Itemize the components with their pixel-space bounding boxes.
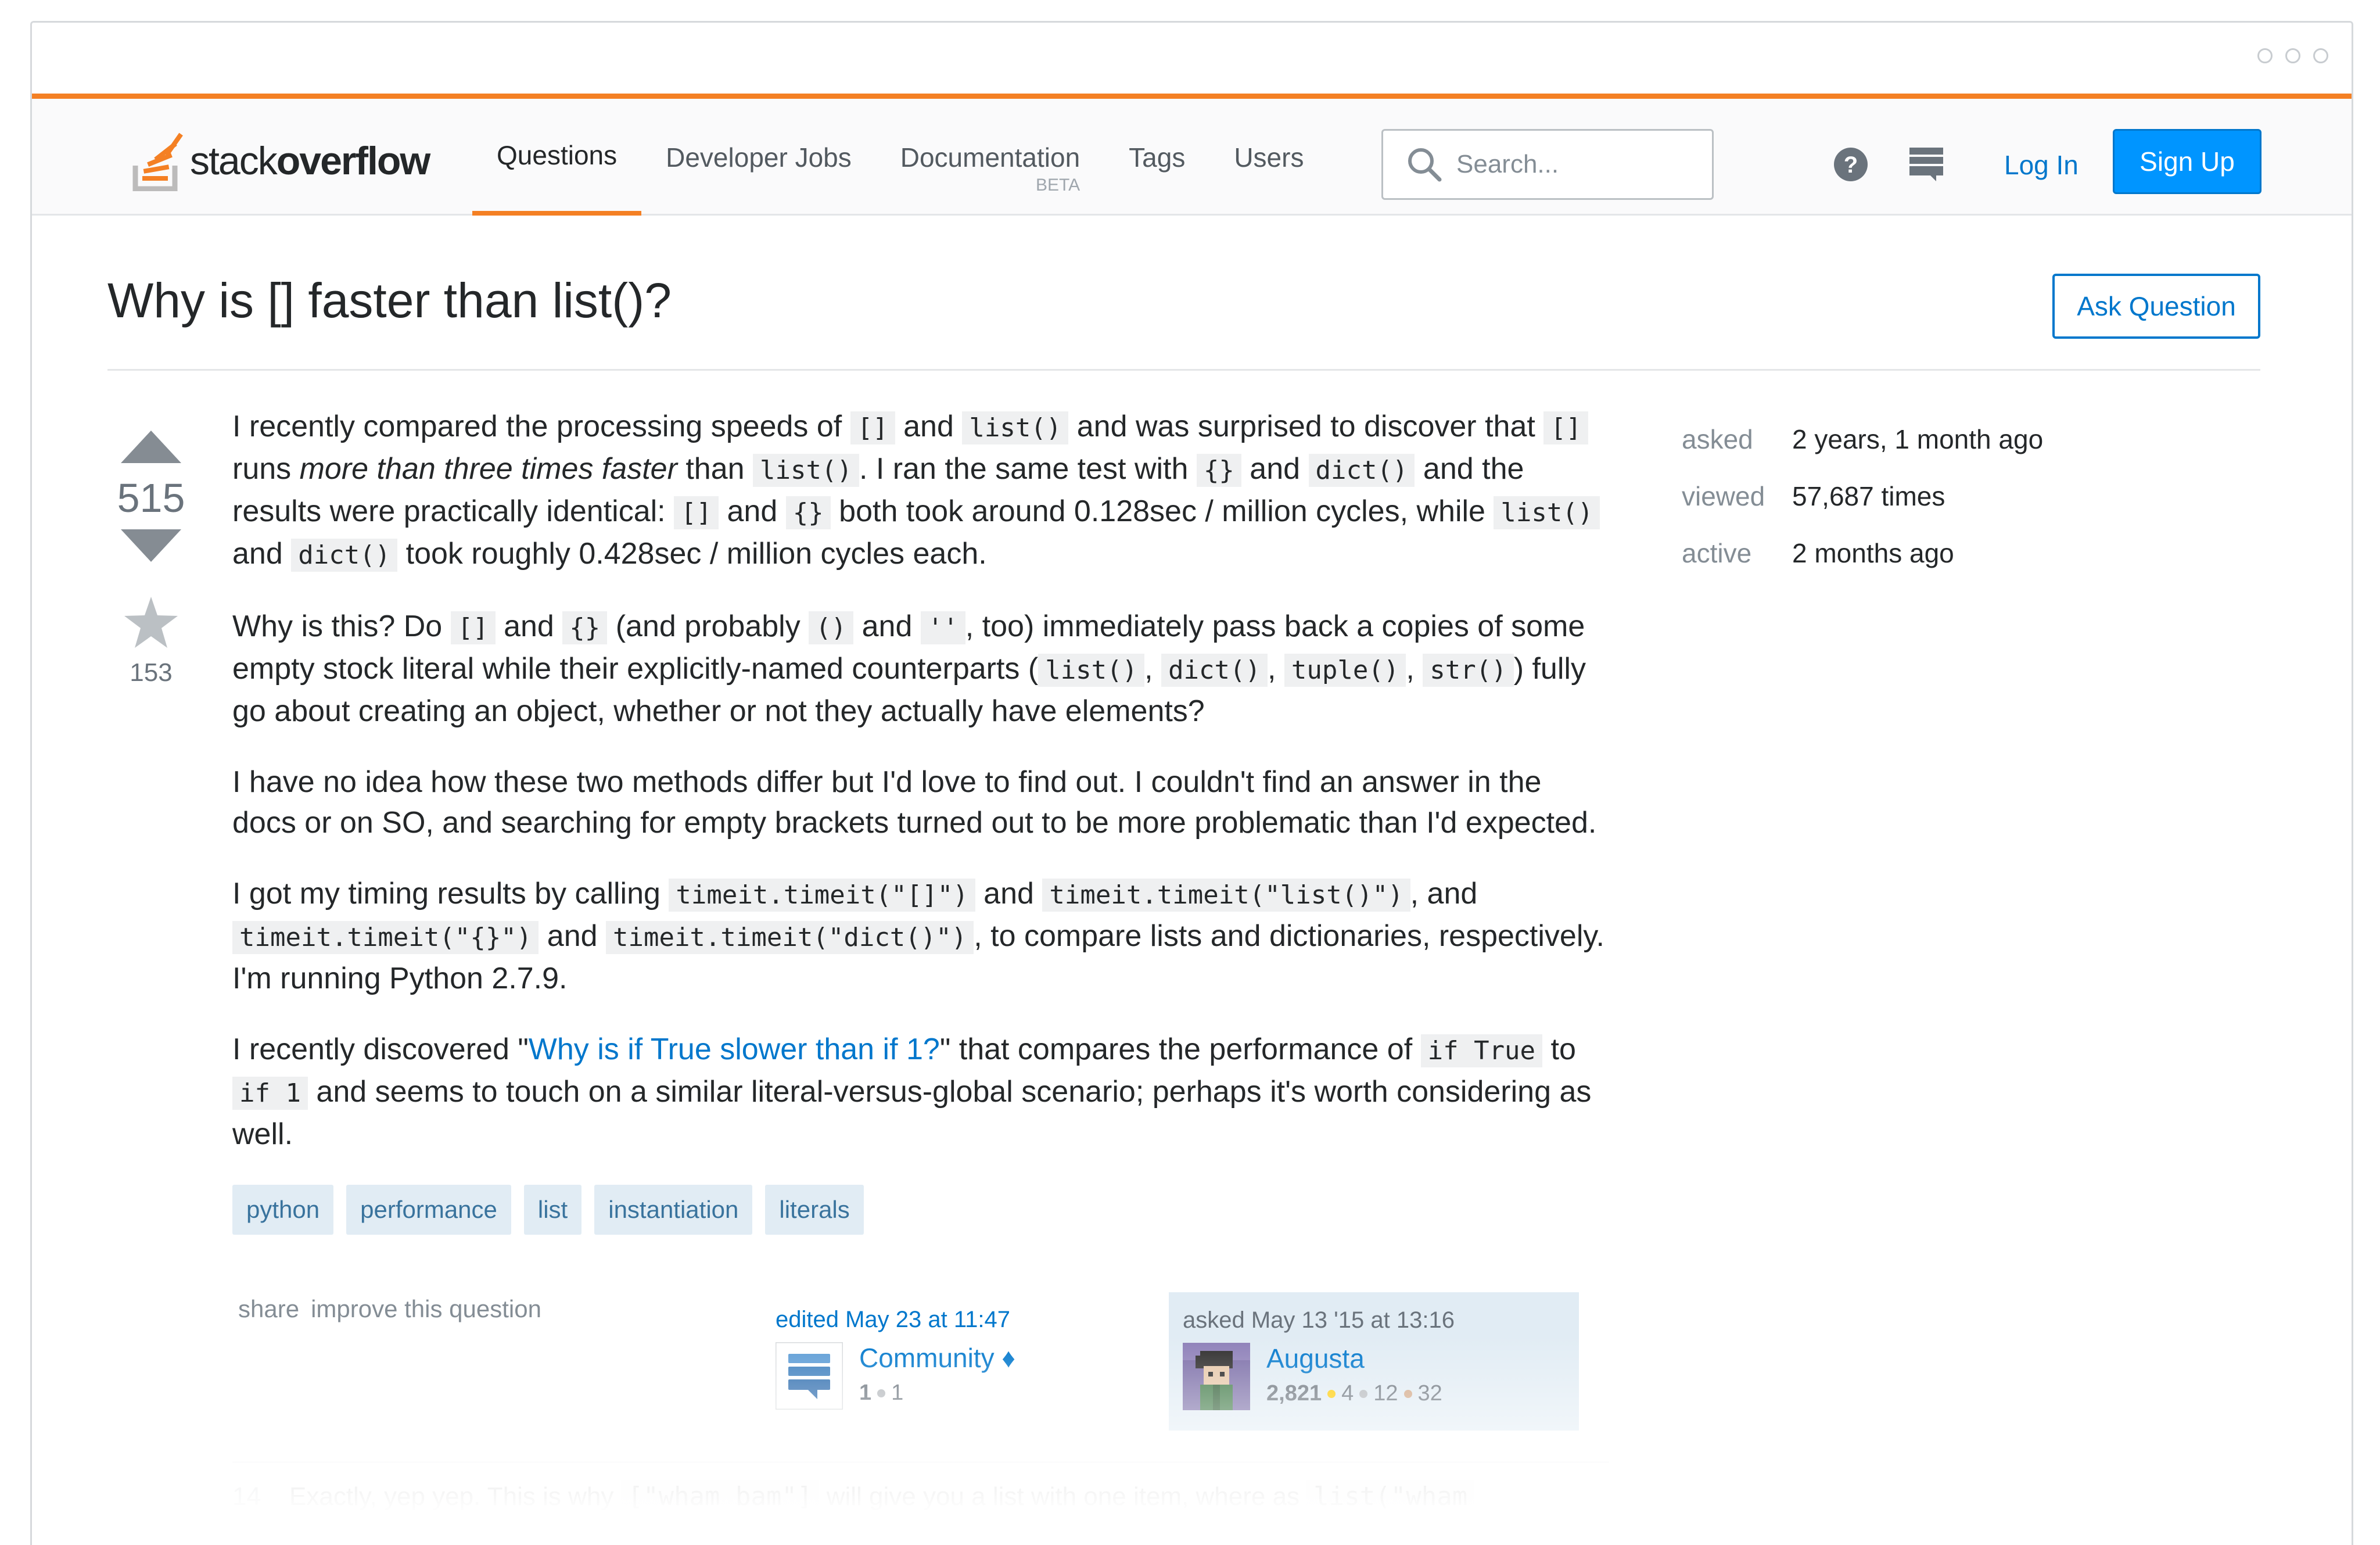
search-placeholder: Search... [1456, 150, 1559, 178]
logo-wordmark: stackoverflow [190, 139, 430, 183]
ask-question-button[interactable]: Ask Question [2052, 274, 2260, 339]
nav-questions[interactable]: Questions [472, 99, 642, 216]
body-paragraph: I got my timing results by calling timei… [232, 877, 1604, 995]
nav-tags[interactable]: Tags [1104, 99, 1209, 216]
editor-name[interactable]: Community ♦ [859, 1342, 1015, 1374]
silver-badge-icon [877, 1389, 886, 1397]
title-divider [107, 369, 2260, 371]
related-question-link[interactable]: Why is if True slower than if 1? [529, 1033, 940, 1066]
improve-question-link[interactable]: improve this question [311, 1295, 541, 1323]
favorite-count: 153 [130, 658, 173, 687]
signup-button[interactable]: Sign Up [2113, 129, 2261, 194]
question-title[interactable]: Why is [] faster than list()? [107, 273, 672, 329]
asker-user: Augusta 2,821 4 12 32 [1183, 1343, 1565, 1410]
asked-timestamp: asked May 13 '15 at 13:16 [1183, 1307, 1455, 1333]
comment-row: 14 Exactly, yep yep. This is why ["wham … [232, 1461, 1609, 1514]
asker-reputation: 2,821 4 12 32 [1266, 1381, 1442, 1406]
top-bar: stackoverflow Questions Developer Jobs D… [32, 94, 2352, 216]
bronze-badge-icon [1403, 1389, 1412, 1398]
asked-signature: asked May 13 '15 at 13:16 Augusta 2,821 … [1169, 1292, 1579, 1431]
downvote-arrow-icon[interactable] [121, 529, 181, 562]
nav-users[interactable]: Users [1209, 99, 1328, 216]
inbox-icon[interactable] [1908, 146, 1944, 182]
login-link[interactable]: Log In [2004, 142, 2079, 188]
edited-timestamp[interactable]: edited May 23 at 11:47 [776, 1307, 1089, 1333]
window-control-dot[interactable] [2285, 48, 2300, 63]
comment-score: 14 [232, 1482, 261, 1511]
upvote-arrow-icon[interactable] [121, 431, 181, 463]
user-avatar[interactable] [1183, 1343, 1250, 1410]
tag-instantiation[interactable]: instantiation [594, 1185, 753, 1235]
main-nav: Questions Developer Jobs Documentation BE… [472, 99, 1328, 216]
stat-viewed: viewed 57,687 times [1682, 481, 1945, 511]
nav-developer-jobs[interactable]: Developer Jobs [641, 99, 876, 216]
window-controls [2257, 48, 2328, 63]
gold-badge-icon [1327, 1389, 1336, 1398]
window-control-dot[interactable] [2313, 48, 2328, 63]
share-link[interactable]: share [238, 1295, 299, 1323]
tag-list: python performance list instantiation li… [232, 1185, 1609, 1235]
tag-performance[interactable]: performance [346, 1185, 511, 1235]
post-menu: share improve this question [238, 1295, 541, 1323]
title-bar [32, 23, 2352, 94]
svg-text:?: ? [1844, 152, 1858, 178]
beta-label: BETA [1036, 175, 1080, 195]
vote-cell: 515 153 [107, 406, 195, 687]
question-stats: asked 2 years, 1 month ago viewed 57,687 t… [1682, 424, 2043, 594]
stat-asked: asked 2 years, 1 month ago [1682, 424, 2044, 454]
favorite-star-icon[interactable] [124, 597, 178, 648]
search-input[interactable]: Search... [1381, 129, 1714, 200]
stackoverflow-logo-icon [132, 132, 183, 191]
body-paragraph: Why is this? Do [] and {} (and probably … [232, 610, 1586, 728]
question-body: I recently compared the processing speed… [232, 406, 1609, 1235]
body-paragraph: I recently discovered "Why is if True sl… [232, 1033, 1592, 1151]
help-icon[interactable]: ? [1833, 146, 1869, 182]
tag-literals[interactable]: literals [765, 1185, 864, 1235]
site-logo[interactable]: stackoverflow [132, 129, 430, 193]
stat-active: active 2 months ago [1682, 538, 1954, 568]
vote-count: 515 [117, 475, 185, 521]
tag-python[interactable]: python [232, 1185, 334, 1235]
editor-user: Community ♦ 11 [776, 1342, 1089, 1410]
body-paragraph: I recently compared the processing speed… [232, 406, 1609, 576]
search-icon [1408, 148, 1442, 182]
community-avatar[interactable] [776, 1342, 843, 1410]
comment-text: Exactly, yep yep. This is why ["wham bam… [289, 1479, 1475, 1514]
asker-name[interactable]: Augusta [1266, 1343, 1442, 1374]
browser-window: stackoverflow Questions Developer Jobs D… [30, 21, 2353, 1545]
silver-badge-icon [1359, 1389, 1368, 1398]
nav-documentation[interactable]: Documentation BETA [876, 99, 1104, 216]
window-control-dot[interactable] [2257, 48, 2273, 63]
edited-signature: edited May 23 at 11:47 Community ♦ 11 [776, 1307, 1089, 1410]
tag-list[interactable]: list [523, 1185, 582, 1235]
body-paragraph: I have no idea how these two methods dif… [232, 765, 1597, 840]
editor-reputation: 11 [859, 1381, 904, 1405]
